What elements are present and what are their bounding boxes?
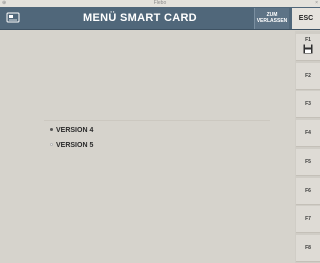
main-panel: VERSION 4 VERSION 5 xyxy=(0,31,294,263)
f2-label: F2 xyxy=(305,73,311,79)
f1-key[interactable]: F1 xyxy=(296,34,320,61)
f4-key[interactable]: F4 xyxy=(296,120,320,147)
option-label: VERSION 4 xyxy=(56,127,94,134)
f3-key[interactable]: F3 xyxy=(296,91,320,118)
option-label: VERSION 5 xyxy=(56,142,94,149)
save-icon xyxy=(303,44,313,54)
radio-selected-icon xyxy=(50,127,53,131)
esc-button[interactable]: ESC xyxy=(292,8,320,29)
f6-key[interactable]: F6 xyxy=(296,178,320,205)
f7-key[interactable]: F7 xyxy=(296,206,320,233)
f5-label: F5 xyxy=(305,159,311,165)
header-bar: MENÜ SMART CARD ZUM VERLASSEN ESC xyxy=(0,7,320,30)
option-version-5[interactable]: VERSION 5 xyxy=(50,141,93,151)
f4-label: F4 xyxy=(305,130,311,136)
exit-hint-line2: VERLASSEN xyxy=(256,18,288,24)
function-key-bar: F1 F2 F3 F4 F5 F6 F7 F8 xyxy=(295,31,320,263)
f2-key[interactable]: F2 xyxy=(296,63,320,90)
smart-card-icon xyxy=(6,12,20,23)
f7-label: F7 xyxy=(305,216,311,222)
f3-label: F3 xyxy=(305,101,311,107)
window-title: Flebo xyxy=(153,0,167,6)
exit-hint: ZUM VERLASSEN xyxy=(254,8,289,29)
window-titlebar: ⊕ Flebo × xyxy=(0,0,320,7)
f6-label: F6 xyxy=(305,188,311,194)
radio-unselected-icon xyxy=(50,142,53,146)
f8-label: F8 xyxy=(305,245,311,251)
window-close-icon[interactable]: × xyxy=(315,0,318,7)
page-title: MENÜ SMART CARD xyxy=(83,12,197,24)
version-options: VERSION 4 VERSION 5 xyxy=(44,120,270,168)
f5-key[interactable]: F5 xyxy=(296,149,320,176)
f1-label: F1 xyxy=(305,37,311,43)
option-version-4[interactable]: VERSION 4 xyxy=(50,126,93,136)
f8-key[interactable]: F8 xyxy=(296,235,320,262)
